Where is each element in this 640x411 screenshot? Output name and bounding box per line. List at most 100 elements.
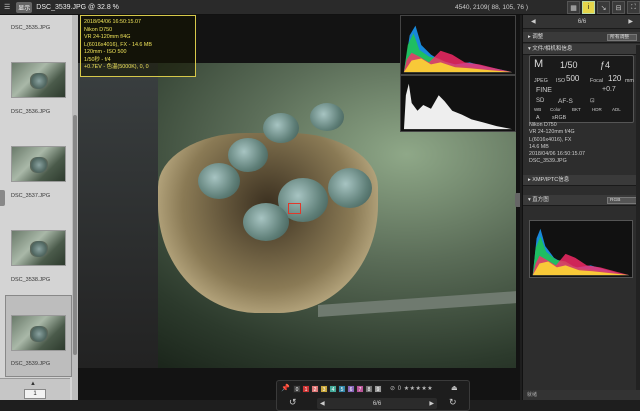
label-2-button[interactable]: 2 xyxy=(311,385,319,393)
bkt-label: BKT xyxy=(572,107,581,112)
right-panel: ◀ 6/6 ▶ ▸ 调整 所有调整 ▾ 文件/相机和信息 M 1/50 ƒ4 J… xyxy=(522,15,640,400)
filmstrip-collapse-handle[interactable] xyxy=(0,190,5,206)
label-8-button[interactable]: 8 xyxy=(365,385,373,393)
hdr-label: HDR xyxy=(592,107,602,112)
focal-value: 120 xyxy=(608,74,622,83)
photo-leaf xyxy=(310,103,344,131)
file-info-section-header[interactable]: ▾ 文件/相机和信息 xyxy=(523,44,640,55)
label-6-button[interactable]: 6 xyxy=(347,385,355,393)
panel-next-button[interactable]: ▶ xyxy=(628,18,633,25)
file-metadata: Nikon D750 VR 24-120mm f/4G L(6016x4016)… xyxy=(529,122,585,166)
info-line: 1/50秒 - f/4 xyxy=(84,56,111,63)
photo-leaf xyxy=(328,168,372,208)
exposure-mode: M xyxy=(534,58,544,70)
nav-next-button[interactable]: ▶ xyxy=(429,400,434,407)
thumbnail[interactable] xyxy=(11,146,66,182)
focus-point xyxy=(288,203,301,214)
label-0-button[interactable]: 0 xyxy=(293,385,301,393)
rating-stars[interactable]: ⊘ 0 ★★★★★ xyxy=(390,385,433,392)
info-line: 120mm - ISO 500 xyxy=(84,49,127,55)
xmp-section-header[interactable]: ▸ XMP/IPTC信息 xyxy=(523,175,640,186)
adjust-header-label: ▸ 调整 xyxy=(528,34,544,40)
info-line: +0.7EV - 色温(5000K), 0, 0 xyxy=(84,64,149,70)
histogram-channel-select[interactable]: RGB xyxy=(607,197,637,204)
info-line: Nikon D750 xyxy=(84,26,113,33)
rgb-histogram-overlay xyxy=(400,15,516,75)
label-4-button[interactable]: 4 xyxy=(329,385,337,393)
info-line: VR 24-120mm f/4G xyxy=(84,34,131,40)
info-line: L(6016x4016), FX - 14.6 MB xyxy=(84,41,153,48)
nav-count: 6/6 xyxy=(372,400,382,407)
thumb-label: DSC_3535.JPG xyxy=(11,25,51,31)
file-title: DSC_3539.JPG @ 32.8 % xyxy=(36,3,119,11)
file-format: JPEG xyxy=(534,78,548,84)
photo-leaf xyxy=(243,203,289,241)
thumbnail[interactable] xyxy=(11,230,66,266)
camera-info-box: M 1/50 ƒ4 JPEG ISO 500 Focal 120 mm FINE… xyxy=(529,55,634,123)
meta-line: L(6016x4016), FX xyxy=(529,136,572,143)
toolbar-buttons: ▦ i ↘ ⊟ ⛶ xyxy=(565,0,640,15)
panel-scrollbar[interactable] xyxy=(636,45,640,395)
display-badge[interactable]: 显示 xyxy=(16,1,33,13)
meta-line: DSC_3539.JPG xyxy=(529,158,567,165)
photo-leaf xyxy=(228,138,268,172)
aperture: ƒ4 xyxy=(600,60,611,70)
luminance-histogram-overlay xyxy=(400,75,516,132)
color-labels: 0 1 2 3 4 5 6 7 8 9 xyxy=(293,385,383,393)
panel-histogram xyxy=(529,220,633,278)
pin-icon[interactable]: 📌 xyxy=(281,384,290,392)
adjust-select[interactable]: 所有调整 xyxy=(607,34,637,41)
photo-sill xyxy=(318,291,516,317)
af-mode: AF-S xyxy=(558,98,573,105)
label-3-button[interactable]: 3 xyxy=(320,385,328,393)
image-quality: FINE xyxy=(536,87,552,94)
page-number-field[interactable]: 1 xyxy=(24,389,46,399)
filmstrip-footer: ▲ 1 xyxy=(0,378,70,400)
eject-icon[interactable]: ⏏ xyxy=(451,384,458,392)
photo-leaf xyxy=(263,113,299,143)
wb-auto: A xyxy=(536,115,540,121)
rotate-right-icon[interactable]: ↻ xyxy=(449,397,457,408)
panel-collapse-handle[interactable] xyxy=(515,193,520,207)
focal-unit: mm xyxy=(625,78,634,84)
adjust-section-header[interactable]: ▸ 调整 所有调整 xyxy=(523,32,640,43)
fullscreen-button[interactable]: ⛶ xyxy=(627,1,640,14)
nav-prev-button[interactable]: ◀ xyxy=(320,400,325,407)
label-9-button[interactable]: 9 xyxy=(374,385,382,393)
compare-button[interactable]: ⊟ xyxy=(612,1,625,14)
meta-line: VR 24-120mm f/4G xyxy=(529,129,575,136)
label-7-button[interactable]: 7 xyxy=(356,385,364,393)
adl-label: ADL xyxy=(612,107,621,112)
meta-line: 2018/04/06 16:50:15.07 xyxy=(529,151,585,158)
picture-control: SD xyxy=(536,98,545,104)
menu-icon[interactable]: ☰ xyxy=(0,3,14,11)
meter-icon: ⊡ xyxy=(590,98,595,104)
cursor-button[interactable]: ↘ xyxy=(597,1,610,14)
thumbnail-selected[interactable] xyxy=(11,315,66,351)
label-5-button[interactable]: 5 xyxy=(338,385,346,393)
panel-prev-button[interactable]: ◀ xyxy=(531,18,536,25)
star-icons[interactable]: ★★★★★ xyxy=(404,386,433,392)
scrollbar-thumb[interactable] xyxy=(73,115,77,355)
label-1-button[interactable]: 1 xyxy=(302,385,310,393)
info-button[interactable]: i xyxy=(582,1,595,14)
rotate-left-icon[interactable]: ↺ xyxy=(289,397,297,408)
color-space: sRGB xyxy=(552,115,567,121)
up-arrow-icon[interactable]: ▲ xyxy=(30,381,36,387)
thumb-label: DSC_3536.JPG xyxy=(11,109,51,115)
rating-prefix[interactable]: ⊘ 0 xyxy=(390,386,402,392)
grid-view-button[interactable]: ▦ xyxy=(567,1,580,14)
histogram-section-header[interactable]: ▾ 直方图 RGB xyxy=(523,195,640,206)
meta-line: Nikon D750 xyxy=(529,122,557,128)
panel-status: 就绪 xyxy=(523,390,640,400)
photo-leaf xyxy=(198,163,240,199)
meta-line: 14.6 MB xyxy=(529,143,549,150)
wb-label: WB xyxy=(534,107,542,112)
shutter-speed: 1/50 xyxy=(560,60,578,70)
shooting-info-overlay: 2018/04/06 16:50:15.07 Nikon D750 VR 24-… xyxy=(80,15,196,77)
color-label: Color xyxy=(550,107,561,112)
photo-window-frame xyxy=(78,63,158,368)
thumbnail[interactable] xyxy=(11,62,66,98)
panel-pager: ◀ 6/6 ▶ xyxy=(523,15,640,29)
exposure-comp: +0.7 xyxy=(602,86,616,93)
